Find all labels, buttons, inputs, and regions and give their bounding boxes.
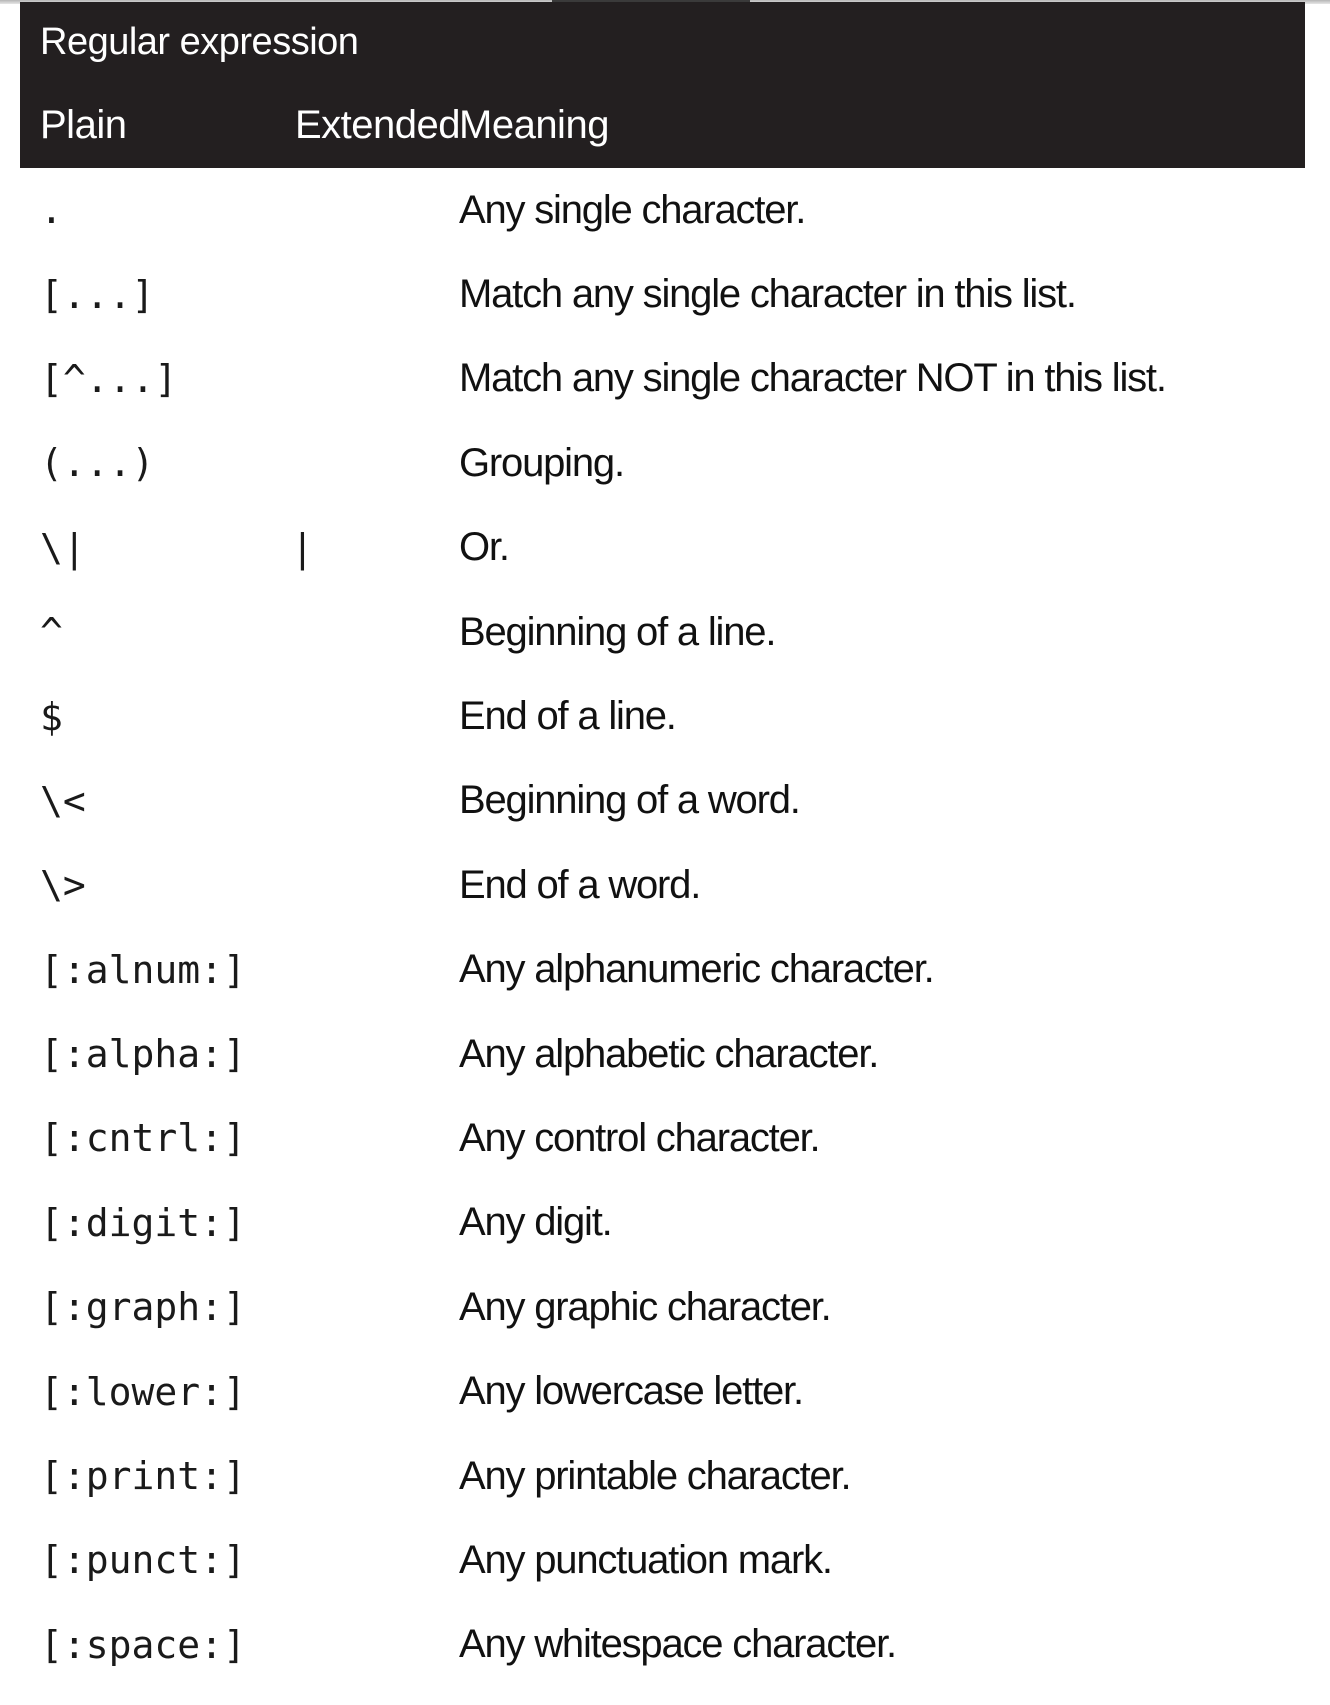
table-row: \> End of a word. (20, 843, 1305, 927)
table-row: [:alpha:] Any alphabetic character. (20, 1012, 1305, 1096)
plain-regex-cell: [:digit:] (40, 1200, 246, 1245)
plain-regex-cell: [:alnum:] (40, 947, 246, 992)
table-body: . Any single character. [...] Match any sin… (20, 168, 1305, 1687)
meaning-cell: Grouping. (459, 440, 625, 485)
table-row: [:lower:] Any lowercase letter. (20, 1349, 1305, 1433)
plain-regex-cell: [:alpha:] (40, 1032, 246, 1077)
table-row: . Any single character. (20, 168, 1305, 252)
plain-regex-cell: ^ (40, 610, 63, 655)
extended-regex-cell (265, 1434, 449, 1518)
plain-regex-cell: [...] (40, 272, 155, 317)
extended-regex-cell (265, 1603, 449, 1687)
plain-regex-cell: [:space:] (40, 1622, 246, 1667)
table-column-header-row: Plain Extended Meaning (20, 82, 1306, 168)
extended-regex-cell (265, 590, 449, 674)
regex-table: Regular expression Plain Extended Meanin… (20, 2, 1306, 1687)
extended-regex-cell (265, 337, 449, 421)
plain-regex-cell: [:print:] (40, 1454, 246, 1499)
plain-regex-cell: [:graph:] (40, 1285, 246, 1330)
table-row: \< Beginning of a word. (20, 759, 1305, 843)
table-row: [:punct:] Any punctuation mark. (20, 1518, 1305, 1602)
meaning-cell: Any printable character. (459, 1453, 852, 1498)
extended-regex-cell (265, 1265, 449, 1349)
table-header: Regular expression Plain Extended Meanin… (20, 2, 1306, 168)
group-header-regular-expression: Regular expression (20, 2, 1306, 82)
column-header-meaning: Meaning (449, 82, 1306, 168)
table-row: \| | Or. (20, 506, 1305, 590)
table-row: [:alnum:] Any alphanumeric character. (20, 928, 1305, 1012)
meaning-cell: Any punctuation mark. (459, 1537, 833, 1582)
plain-regex-cell: [:punct:] (40, 1538, 246, 1583)
meaning-cell: Match any single character NOT in this l… (459, 356, 1167, 401)
table-row: [:space:] Any whitespace character. (20, 1603, 1305, 1687)
plain-regex-cell: \< (40, 778, 86, 823)
meaning-cell: Match any single character in this list. (459, 272, 1077, 317)
meaning-cell: Or. (459, 525, 510, 570)
plain-regex-cell: [^...] (40, 356, 178, 401)
table-row: [^...] Match any single character NOT in … (20, 337, 1305, 421)
meaning-cell: Any lowercase letter. (459, 1369, 804, 1414)
meaning-cell: Any alphabetic character. (459, 1031, 879, 1076)
plain-regex-cell: . (40, 188, 63, 233)
extended-regex-cell (265, 1181, 449, 1265)
meaning-cell: Beginning of a line. (459, 609, 776, 654)
extended-regex-cell (265, 168, 449, 252)
extended-regex-cell (265, 843, 449, 927)
meaning-cell: Beginning of a word. (459, 778, 801, 823)
table-group-header-row: Regular expression (20, 2, 1306, 82)
plain-regex-cell: $ (40, 694, 63, 739)
extended-regex-cell (265, 1096, 449, 1180)
extended-regex-cell (265, 252, 449, 336)
plain-regex-cell: \> (40, 863, 86, 908)
meaning-cell: End of a line. (459, 694, 677, 739)
table-row: [:graph:] Any graphic character. (20, 1265, 1305, 1349)
meaning-cell: Any digit. (459, 1200, 613, 1245)
meaning-cell: Any graphic character. (459, 1284, 832, 1329)
plain-regex-cell: \| (40, 525, 86, 570)
extended-regex-cell (265, 1518, 449, 1602)
column-header-plain: Plain (20, 82, 265, 168)
plain-regex-cell: [:cntrl:] (40, 1116, 246, 1161)
plain-regex-cell: [:lower:] (40, 1369, 246, 1414)
table-row: [:cntrl:] Any control character. (20, 1096, 1305, 1180)
meaning-cell: Any alphanumeric character. (459, 947, 935, 992)
extended-regex-cell (265, 1012, 449, 1096)
extended-regex-cell (265, 1349, 449, 1433)
table-row: $ End of a line. (20, 674, 1305, 758)
table-row: [:print:] Any printable character. (20, 1434, 1305, 1518)
plain-regex-cell: (...) (40, 441, 155, 486)
extended-regex-cell (265, 759, 449, 843)
extended-regex-cell: | (291, 525, 314, 570)
meaning-cell: Any control character. (459, 1115, 821, 1160)
meaning-cell: Any whitespace character. (459, 1622, 897, 1667)
meaning-cell: End of a word. (459, 862, 701, 907)
extended-regex-cell (265, 928, 449, 1012)
extended-regex-cell (265, 421, 449, 505)
table-row: [:digit:] Any digit. (20, 1181, 1305, 1265)
extended-regex-cell (265, 674, 449, 758)
table-row: ^ Beginning of a line. (20, 590, 1305, 674)
column-header-extended: Extended (265, 82, 461, 168)
table-row: (...) Grouping. (20, 421, 1305, 505)
table-row: [...] Match any single character in this … (20, 252, 1305, 336)
meaning-cell: Any single character. (459, 187, 806, 232)
